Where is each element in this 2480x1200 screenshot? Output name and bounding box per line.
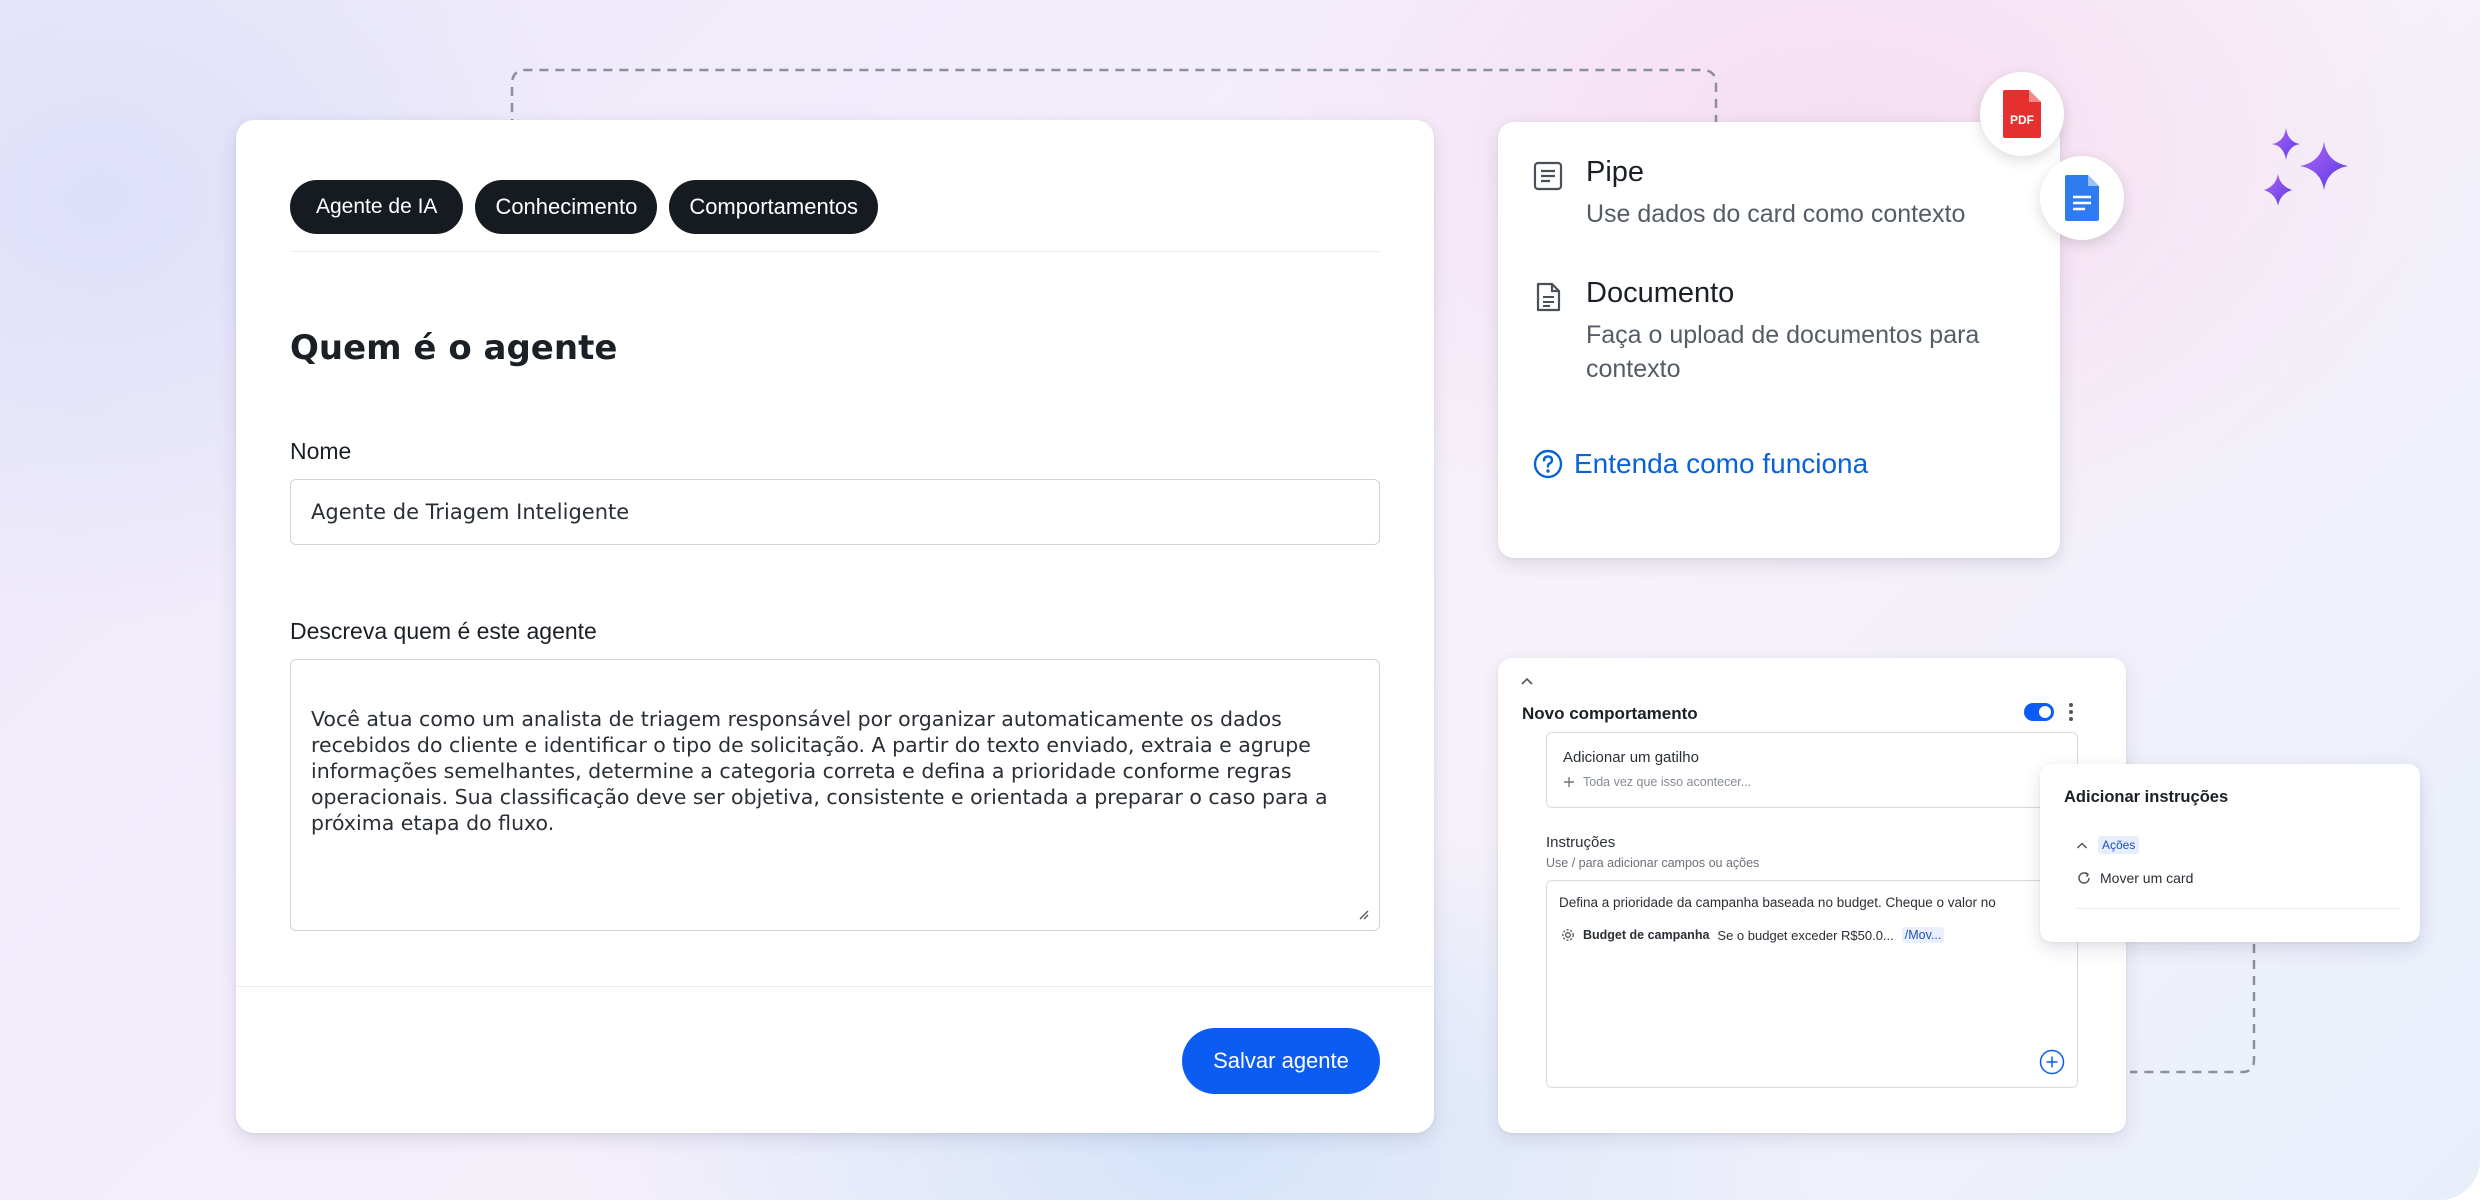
trigger-title: Adicionar um gatilho: [1563, 749, 1699, 766]
tab-conhecimento[interactable]: Conhecimento: [475, 180, 658, 234]
list-icon: [1533, 161, 1563, 191]
doc-badge: [2040, 156, 2124, 240]
save-agent-button[interactable]: Salvar agente: [1182, 1028, 1380, 1094]
footer-divider: [236, 986, 1434, 987]
tab-agente-ia[interactable]: Agente de IA: [290, 180, 464, 234]
context-item-title: Documento: [1586, 277, 1735, 309]
field-chip[interactable]: Budget de campanha: [1583, 928, 1709, 942]
trigger-placeholder-row: Toda vez que isso acontecer...: [1563, 775, 1751, 789]
document-icon: [1536, 282, 1561, 312]
context-item-description: Faça o upload de documentos para context…: [1586, 321, 1980, 383]
behavior-toggle[interactable]: [2024, 703, 2054, 721]
pdf-badge-label: PDF: [2010, 113, 2034, 127]
instructions-editor[interactable]: Defina a prioridade da campanha baseada …: [1546, 880, 2078, 1088]
add-circle-icon[interactable]: [2039, 1049, 2065, 1075]
plus-icon: [1564, 777, 1574, 787]
popup-category[interactable]: Ações: [2076, 836, 2140, 854]
instructions-hint: Use / para adicionar campos ou ações: [1546, 856, 1760, 870]
kebab-menu-icon[interactable]: [2068, 702, 2074, 722]
behavior-card: Novo comportamento Adicionar um gatilho …: [1498, 658, 2126, 1133]
popup-title: Adicionar instruções: [2064, 788, 2229, 806]
add-trigger-box[interactable]: Adicionar um gatilho Toda vez que isso a…: [1546, 732, 2078, 808]
help-link-label: Entenda como funciona: [1574, 448, 1869, 479]
section-title: Quem é o agente: [290, 328, 618, 368]
help-circle-icon: [1533, 449, 1563, 479]
resize-grip-icon[interactable]: [1357, 908, 1369, 920]
name-input-value: Agente de Triagem Inteligente: [311, 500, 630, 524]
refresh-icon: [2078, 871, 2090, 884]
trigger-placeholder: Toda vez que isso acontecer...: [1583, 775, 1752, 789]
context-item-documento[interactable]: Documento Faça o upload de documentos pa…: [1532, 277, 2046, 386]
popup-item-label: Mover um card: [2100, 870, 2194, 886]
tabs-divider: [290, 251, 1380, 252]
instructions-label: Instruções: [1546, 834, 1616, 851]
description-textarea[interactable]: Você atua como um analista de triagem re…: [290, 659, 1380, 931]
context-item-description: Use dados do card como contexto: [1586, 200, 1966, 228]
name-label: Nome: [290, 438, 352, 464]
popup-item-move-card[interactable]: Mover um card: [2076, 870, 2193, 886]
category-chip: Ações: [2098, 836, 2140, 854]
chevron-up-icon: [2076, 841, 2088, 849]
sparkles-icon: [2264, 128, 2348, 206]
chevron-up-icon[interactable]: [1520, 676, 1534, 686]
action-reference[interactable]: /Mov...: [1901, 927, 1945, 943]
pdf-badge: PDF: [1980, 72, 2064, 156]
context-sources-card: Pipe Use dados do card como contexto Doc…: [1498, 122, 2060, 558]
popup-divider: [2076, 908, 2400, 909]
agent-form-card: Agente de IA Conhecimento Comportamentos…: [236, 120, 1434, 1133]
instructions-text: Defina a prioridade da campanha baseada …: [1559, 895, 1996, 910]
tab-comportamentos[interactable]: Comportamentos: [669, 180, 879, 234]
context-item-pipe[interactable]: Pipe Use dados do card como contexto: [1532, 156, 2046, 231]
google-doc-icon: [2065, 175, 2099, 221]
gear-icon: [1562, 929, 1574, 941]
tab-bar: Agente de IA Conhecimento Comportamentos: [290, 180, 879, 234]
help-link[interactable]: Entenda como funciona: [1532, 448, 1868, 480]
pdf-file-icon: PDF: [2003, 90, 2041, 138]
context-item-title: Pipe: [1586, 156, 1645, 188]
add-instructions-popup: Adicionar instruções Ações Mover um card: [2040, 764, 2420, 942]
name-input[interactable]: Agente de Triagem Inteligente: [290, 479, 1380, 545]
description-value: Você atua como um analista de triagem re…: [311, 707, 1328, 835]
behavior-title: Novo comportamento: [1522, 704, 1698, 723]
instructions-inline-row: Budget de campanha Se o budget exceder R…: [1561, 927, 1945, 943]
description-label: Descreva quem é este agente: [290, 618, 597, 644]
condition-text: Se o budget exceder R$50.0...: [1717, 927, 1894, 943]
